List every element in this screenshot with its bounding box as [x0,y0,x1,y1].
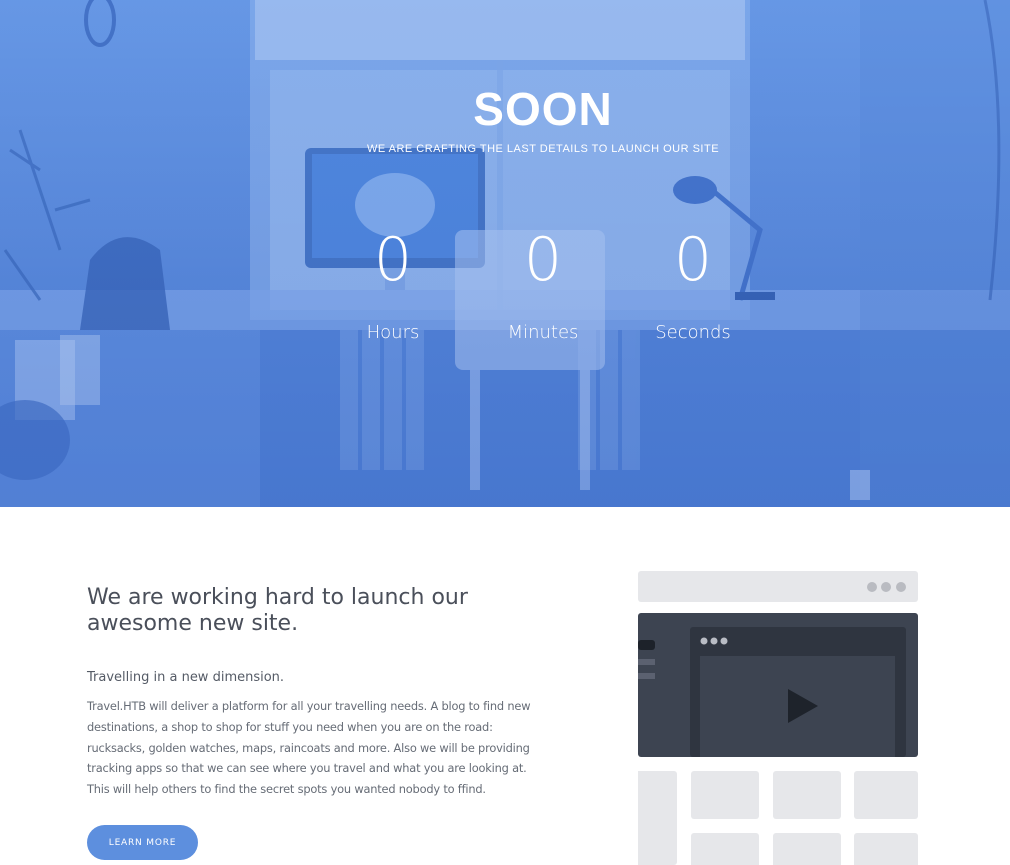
countdown-seconds: 0 Seconds [618,222,768,343]
product-illustration [638,571,918,865]
countdown-seconds-label: Seconds [655,322,731,343]
about-body: Travel.HTB will deliver a platform for a… [87,699,531,797]
countdown-minutes: 0 Minutes [468,222,618,343]
hero-title: SOON [473,83,613,135]
countdown-seconds-value: 0 [673,225,713,295]
about-subheading: Travelling in a new dimension. [87,670,285,685]
countdown-hours-value: 0 [373,225,413,295]
about-headline: We are working hard to launch our awesom… [87,585,468,636]
hero-section: SOON WE ARE CRAFTING THE LAST DETAILS TO… [0,0,1010,507]
countdown-minutes-label: Minutes [507,322,579,343]
about-block: We are working hard to launch our awesom… [87,585,537,637]
countdown-hours: 0 Hours [318,222,468,343]
learn-more-button[interactable]: LEARN MORE [87,825,198,860]
countdown-hours-label: Hours [366,322,420,343]
browser-window-icon [638,571,918,865]
countdown-minutes-value: 0 [523,225,563,295]
hero-subtitle: WE ARE CRAFTING THE LAST DETAILS TO LAUN… [366,143,720,155]
